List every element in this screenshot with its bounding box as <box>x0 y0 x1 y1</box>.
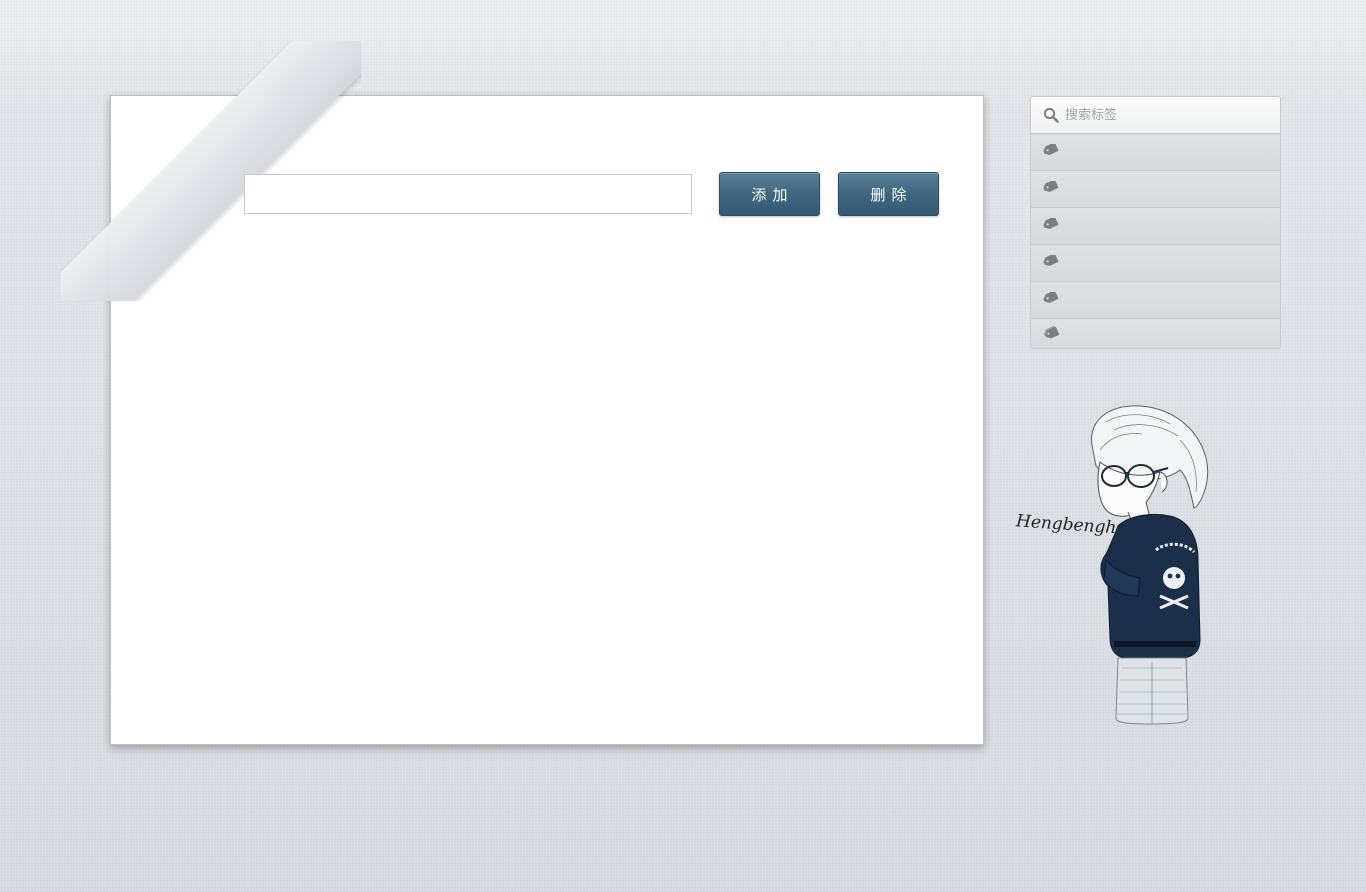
tag-search <box>1031 97 1280 134</box>
tag-input[interactable] <box>244 174 692 214</box>
tag-icon <box>1043 292 1059 303</box>
tag-icon <box>1043 144 1059 155</box>
main-card: 添加 删除 <box>61 41 984 745</box>
tag-list-item[interactable] <box>1031 134 1280 171</box>
tag-sidebar <box>1030 96 1281 349</box>
tag-icon <box>1043 181 1059 192</box>
add-button[interactable]: 添加 <box>719 172 820 216</box>
search-input[interactable] <box>1065 97 1270 133</box>
tag-list-item-all[interactable] <box>1031 319 1280 348</box>
tag-list-item[interactable] <box>1031 282 1280 319</box>
tag-icon <box>1043 255 1059 266</box>
character-illustration: Hengbengheng~ <box>1014 405 1208 725</box>
tags-icon <box>1043 326 1059 339</box>
corner-ribbon <box>61 41 361 301</box>
tag-icon <box>1043 218 1059 229</box>
search-icon <box>1043 107 1059 123</box>
delete-button[interactable]: 删除 <box>838 172 939 216</box>
tag-list-item[interactable] <box>1031 245 1280 282</box>
tag-list-item[interactable] <box>1031 171 1280 208</box>
tag-list-item[interactable] <box>1031 208 1280 245</box>
